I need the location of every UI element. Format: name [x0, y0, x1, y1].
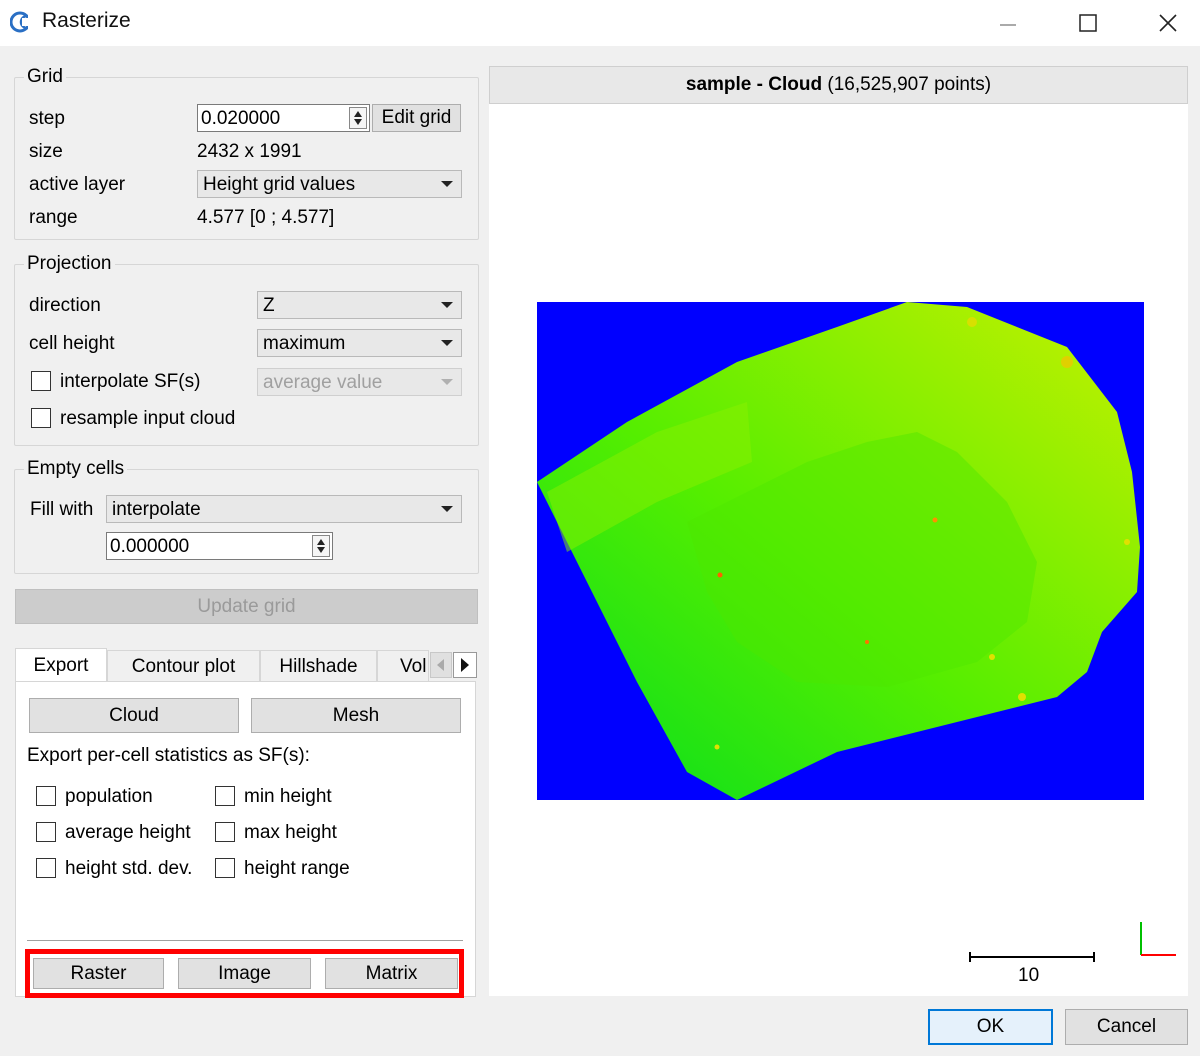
- fill-number-spinbox[interactable]: 0.000000: [106, 532, 333, 560]
- resample-checkbox[interactable]: [31, 408, 51, 428]
- spin-arrows-icon[interactable]: [349, 107, 367, 129]
- axis-icon: [1140, 922, 1176, 956]
- interpolate-value: average value: [263, 372, 383, 393]
- max-height-label: max height: [244, 822, 337, 843]
- chevron-down-icon: [441, 506, 453, 512]
- average-height-label: average height: [65, 822, 191, 843]
- fill-with-select[interactable]: interpolate: [106, 495, 462, 523]
- empty-cells-group-title: Empty cells: [24, 458, 128, 480]
- cloud-speck: [989, 654, 995, 660]
- fill-number-value: 0.000000: [110, 536, 190, 557]
- interpolate-checkbox[interactable]: [31, 371, 51, 391]
- window-title: Rasterize: [42, 9, 131, 32]
- chevron-right-icon: [461, 658, 469, 672]
- ok-button[interactable]: OK: [928, 1009, 1053, 1045]
- range-value: 4.577 [0 ; 4.577]: [197, 207, 335, 228]
- fill-with-value: interpolate: [112, 499, 201, 520]
- tab-contour-plot[interactable]: Contour plot: [107, 650, 260, 682]
- export-raster-button[interactable]: Raster: [33, 958, 164, 989]
- min-height-checkbox[interactable]: [215, 786, 235, 806]
- direction-value: Z: [263, 295, 275, 316]
- chevron-down-icon: [441, 181, 453, 187]
- population-label: population: [65, 786, 153, 807]
- cloud-speck: [932, 517, 938, 523]
- maximize-icon: [1079, 14, 1097, 32]
- viewer-title-name: sample: [685, 74, 752, 95]
- update-grid-button: Update grid: [15, 589, 478, 624]
- scale-label: 10: [1018, 965, 1040, 986]
- chevron-down-icon: [441, 302, 453, 308]
- export-cloud-button[interactable]: Cloud: [29, 698, 239, 733]
- tab-scroll-right-button[interactable]: [453, 652, 477, 678]
- active-layer-label: active layer: [29, 174, 126, 195]
- cloud-speck: [1124, 539, 1130, 545]
- average-height-checkbox[interactable]: [36, 822, 56, 842]
- height-range-label: height range: [244, 858, 350, 879]
- min-height-label: min height: [244, 786, 332, 807]
- edit-grid-button[interactable]: Edit grid: [372, 104, 461, 132]
- close-button[interactable]: [1128, 0, 1200, 46]
- cloud-speck: [714, 744, 720, 750]
- title-bar: Rasterize: [0, 0, 1200, 46]
- cloud-speck: [1018, 693, 1026, 701]
- chevron-down-icon: [441, 379, 453, 385]
- cell-height-select[interactable]: maximum: [257, 329, 462, 357]
- maximize-button[interactable]: [1048, 0, 1128, 46]
- viewer-title-sep: -: [751, 74, 769, 95]
- cloud-speck: [717, 572, 723, 578]
- cloud-speck: [865, 640, 869, 644]
- range-label: range: [29, 207, 78, 228]
- height-std-dev-checkbox[interactable]: [36, 858, 56, 878]
- cell-height-label: cell height: [29, 333, 115, 354]
- scale-bar: [969, 952, 1095, 962]
- cloud-speck: [1061, 356, 1073, 368]
- height-std-dev-label: height std. dev.: [65, 858, 193, 879]
- tab-hillshade[interactable]: Hillshade: [260, 650, 377, 682]
- tab-export[interactable]: Export: [15, 648, 107, 682]
- step-value: 0.020000: [201, 108, 281, 129]
- chevron-down-icon: [441, 340, 453, 346]
- step-label: step: [29, 108, 65, 129]
- active-layer-select[interactable]: Height grid values: [197, 170, 462, 198]
- minimize-button[interactable]: [968, 0, 1048, 46]
- cloud-speck: [967, 317, 977, 327]
- cell-height-value: maximum: [263, 333, 346, 354]
- step-spinbox[interactable]: 0.020000: [197, 104, 370, 132]
- close-icon: [1159, 14, 1177, 32]
- grid-group-title: Grid: [24, 66, 66, 88]
- spin-arrows-icon[interactable]: [312, 535, 330, 557]
- raster-preview: [537, 302, 1144, 800]
- export-mesh-button[interactable]: Mesh: [251, 698, 461, 733]
- max-height-checkbox[interactable]: [215, 822, 235, 842]
- fill-with-label: Fill with: [30, 499, 94, 520]
- resample-label: resample input cloud: [60, 408, 236, 429]
- interpolate-select: average value: [257, 368, 462, 396]
- interpolate-label: interpolate SF(s): [60, 371, 201, 392]
- export-matrix-button[interactable]: Matrix: [325, 958, 458, 989]
- projection-group-title: Projection: [24, 253, 115, 275]
- chevron-left-icon: [437, 659, 444, 671]
- divider: [27, 940, 463, 941]
- viewer-title-cloud: Cloud: [768, 74, 823, 95]
- viewer-header: sample - Cloud (16,525,907 points): [489, 66, 1188, 104]
- direction-select[interactable]: Z: [257, 291, 462, 319]
- tab-volume[interactable]: Vol: [377, 650, 429, 682]
- size-value: 2432 x 1991: [197, 141, 302, 162]
- minimize-icon: [1000, 24, 1016, 26]
- size-label: size: [29, 141, 63, 162]
- cc-logo-icon: [10, 11, 36, 33]
- cancel-button[interactable]: Cancel: [1065, 1009, 1188, 1045]
- active-layer-value: Height grid values: [203, 174, 356, 195]
- export-image-button[interactable]: Image: [178, 958, 311, 989]
- height-range-checkbox[interactable]: [215, 858, 235, 878]
- tab-scroll-left-button[interactable]: [430, 652, 452, 678]
- stats-label: Export per-cell statistics as SF(s):: [27, 745, 310, 766]
- direction-label: direction: [29, 295, 101, 316]
- population-checkbox[interactable]: [36, 786, 56, 806]
- viewer-title-points: (16,525,907 points): [822, 74, 992, 95]
